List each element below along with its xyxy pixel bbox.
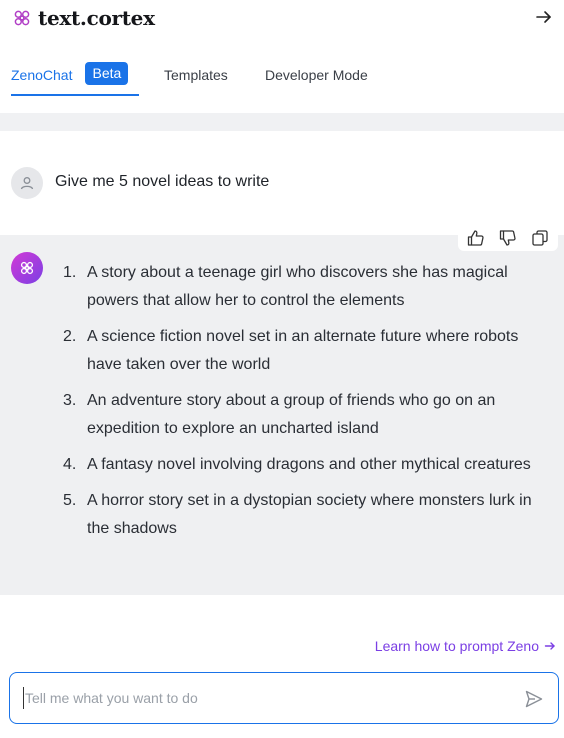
- arrow-right-icon: [544, 642, 555, 650]
- list-item: 1. A story about a teenage girl who disco…: [55, 259, 557, 315]
- brand-name: text.cortex: [38, 6, 155, 30]
- divider: [0, 113, 564, 131]
- brain-logo-icon: [14, 10, 30, 26]
- learn-prompt-link-label: Learn how to prompt Zeno: [374, 638, 539, 654]
- list-item: 3. An adventure story about a group of fr…: [55, 387, 557, 443]
- thumbs-down-button[interactable]: [492, 227, 524, 249]
- tab-zenochat[interactable]: ZenoChat Beta: [11, 56, 140, 96]
- send-icon[interactable]: [524, 689, 544, 709]
- ai-message: 1. A story about a teenage girl who disco…: [0, 225, 564, 595]
- list-item-text: A story about a teenage girl who discove…: [87, 264, 508, 309]
- list-item: 2. A science fiction novel set in an alte…: [55, 323, 557, 379]
- list-item-number: 3.: [63, 392, 77, 409]
- tab-templates[interactable]: Templates: [164, 56, 228, 96]
- list-item-number: 1.: [63, 264, 77, 281]
- list-item-text: A fantasy novel involving dragons and ot…: [87, 456, 531, 473]
- tab-developer-mode[interactable]: Developer Mode: [265, 56, 368, 96]
- novel-ideas-list: 1. A story about a teenage girl who disco…: [55, 259, 557, 551]
- thumbs-up-icon: [467, 230, 484, 246]
- user-avatar: [11, 167, 43, 199]
- tab-developer-mode-label: Developer Mode: [265, 67, 368, 83]
- list-item-number: 5.: [63, 492, 77, 509]
- user-message: Give me 5 novel ideas to write: [0, 131, 564, 235]
- beta-badge: Beta: [85, 62, 129, 85]
- list-item-text: A science fiction novel set in an altern…: [87, 328, 519, 373]
- prompt-input[interactable]: [23, 687, 503, 709]
- message-actions: [458, 225, 558, 251]
- arrow-right-icon[interactable]: [534, 7, 554, 27]
- user-icon: [20, 177, 34, 190]
- list-item-text: An adventure story about a group of frie…: [87, 392, 496, 437]
- header: text.cortex: [0, 0, 564, 36]
- thumbs-up-button[interactable]: [460, 227, 492, 249]
- list-item-text: A horror story set in a dystopian societ…: [87, 492, 532, 537]
- copy-button[interactable]: [524, 227, 556, 249]
- list-item: 4. A fantasy novel involving dragons and …: [55, 451, 557, 479]
- tab-bar: ZenoChat Beta Templates Developer Mode: [0, 56, 564, 98]
- logo: text.cortex: [11, 6, 155, 30]
- thumbs-down-icon: [499, 230, 516, 246]
- user-message-text: Give me 5 novel ideas to write: [55, 173, 270, 190]
- tab-templates-label: Templates: [164, 67, 228, 83]
- learn-prompt-link[interactable]: Learn how to prompt Zeno: [375, 638, 556, 654]
- copy-icon: [532, 230, 548, 246]
- zeno-avatar: [11, 252, 43, 284]
- list-item-number: 2.: [63, 328, 77, 345]
- tab-zenochat-label: ZenoChat: [11, 67, 73, 83]
- composer: [9, 672, 559, 724]
- list-item: 5. A horror story set in a dystopian soci…: [55, 487, 557, 543]
- list-item-number: 4.: [63, 456, 77, 473]
- brain-icon: [20, 261, 34, 275]
